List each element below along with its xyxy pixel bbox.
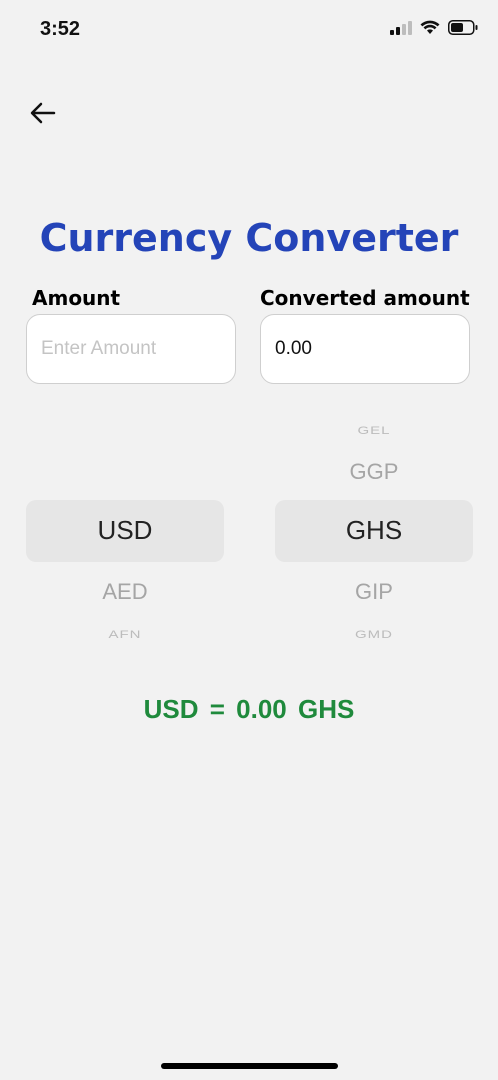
picker-item[interactable]: GEL bbox=[275, 424, 473, 437]
status-time: 3:52 bbox=[40, 18, 81, 40]
picker-item[interactable]: AED bbox=[26, 579, 224, 605]
converted-amount-field: 0.00 bbox=[260, 314, 470, 384]
picker-item[interactable]: GMD bbox=[275, 628, 473, 641]
status-icons bbox=[390, 20, 478, 35]
picker-item[interactable]: AFN bbox=[26, 628, 224, 641]
picker-selected-item[interactable]: GHS bbox=[275, 515, 473, 546]
arrow-left-icon bbox=[30, 102, 56, 124]
home-indicator[interactable] bbox=[161, 1063, 338, 1069]
converted-amount-label: Converted amount bbox=[260, 286, 470, 310]
picker-selected-item[interactable]: USD bbox=[26, 515, 224, 546]
amount-input[interactable] bbox=[27, 315, 235, 383]
conversion-result: USD = 0.00 GHS bbox=[143, 694, 355, 724]
to-currency-picker[interactable]: GEL GGP GHS GIP GMD bbox=[275, 405, 473, 655]
amount-field bbox=[26, 314, 236, 384]
converted-amount-value: 0.00 bbox=[275, 338, 312, 359]
picker-item[interactable]: GGP bbox=[275, 459, 473, 485]
from-currency-picker[interactable]: USD AED AFN bbox=[26, 405, 224, 655]
battery-icon bbox=[448, 20, 478, 35]
page-title: Currency Converter bbox=[39, 216, 459, 260]
status-bar: 3:52 bbox=[0, 0, 498, 60]
picker-item[interactable]: GIP bbox=[275, 579, 473, 605]
back-button[interactable] bbox=[26, 96, 60, 130]
wifi-icon bbox=[420, 20, 440, 34]
cellular-signal-icon bbox=[390, 20, 412, 35]
amount-label: Amount bbox=[32, 286, 121, 310]
